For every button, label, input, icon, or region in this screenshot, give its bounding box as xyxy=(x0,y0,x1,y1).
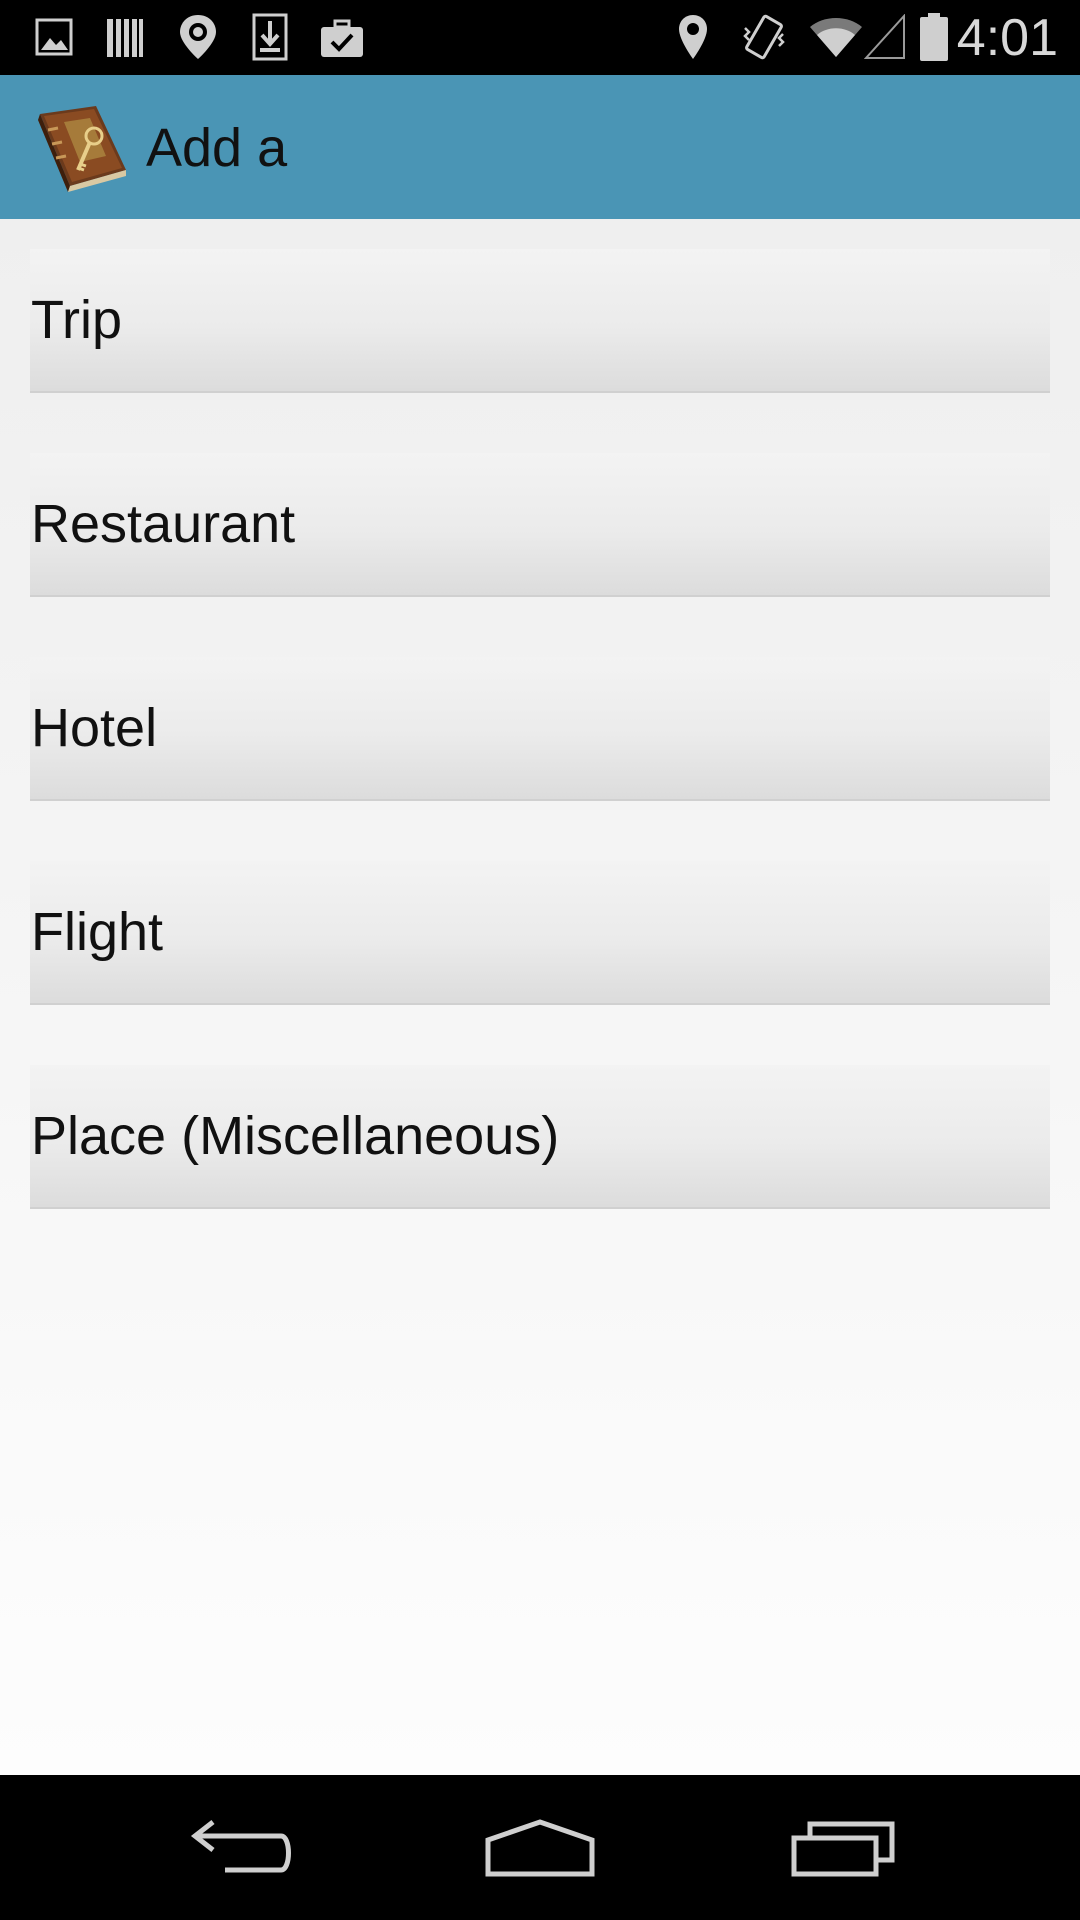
signal-icon xyxy=(864,12,906,62)
flight-button-label: Flight xyxy=(31,902,164,962)
home-icon[interactable] xyxy=(455,1795,625,1900)
hotel-button-label: Hotel xyxy=(31,698,158,758)
back-icon[interactable] xyxy=(155,1795,325,1900)
place-misc-button-label: Place (Miscellaneous) xyxy=(31,1106,560,1166)
hotel-button[interactable]: Hotel xyxy=(30,657,1050,801)
location-icon xyxy=(676,12,710,62)
flight-button[interactable]: Flight xyxy=(30,861,1050,1005)
recents-icon[interactable] xyxy=(758,1795,928,1900)
location-pin-icon xyxy=(176,12,220,62)
image-icon xyxy=(34,12,74,62)
trip-button[interactable]: Trip xyxy=(30,249,1050,393)
place-misc-button[interactable]: Place (Miscellaneous) xyxy=(30,1065,1050,1209)
action-bar: Add a xyxy=(0,75,1080,219)
options-list: Trip Restaurant Hotel Flight Place (Misc… xyxy=(0,219,1080,1775)
status-bar: 4:01 xyxy=(0,0,1080,75)
restaurant-button[interactable]: Restaurant xyxy=(30,453,1050,597)
navigation-bar xyxy=(0,1775,1080,1920)
briefcase-check-icon xyxy=(318,12,366,62)
journal-book-icon[interactable] xyxy=(34,100,134,196)
battery-icon xyxy=(918,12,950,62)
trip-button-label: Trip xyxy=(31,290,122,350)
vibrate-icon xyxy=(740,12,788,62)
page-title: Add a xyxy=(146,118,288,178)
restaurant-button-label: Restaurant xyxy=(31,494,296,554)
status-clock: 4:01 xyxy=(956,9,1058,67)
download-icon xyxy=(250,12,290,62)
barcode-icon xyxy=(104,12,146,62)
wifi-icon xyxy=(808,12,864,62)
